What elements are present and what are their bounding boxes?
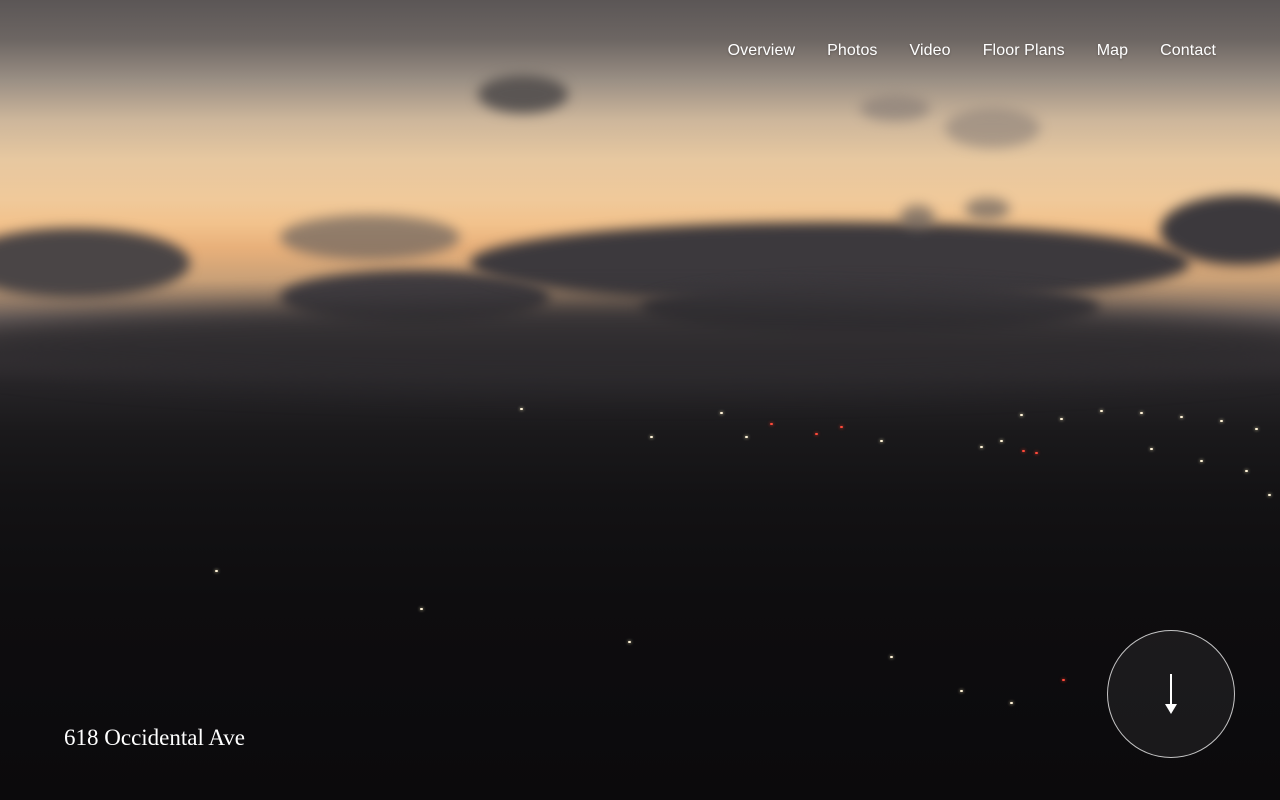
city-light xyxy=(1020,414,1023,416)
city-light xyxy=(890,656,893,658)
city-light xyxy=(1100,410,1103,412)
city-light xyxy=(840,426,843,428)
city-light xyxy=(1255,428,1258,430)
city-light xyxy=(1150,448,1153,450)
city-light xyxy=(770,423,773,425)
nav-item-video[interactable]: Video xyxy=(910,40,951,62)
cloud xyxy=(900,205,935,230)
city-light xyxy=(1220,420,1223,422)
city-light xyxy=(815,433,818,435)
city-light xyxy=(980,446,983,448)
nav-item-photos[interactable]: Photos xyxy=(827,40,877,62)
nav-item-overview[interactable]: Overview xyxy=(728,40,795,62)
city-light xyxy=(960,690,963,692)
city-light xyxy=(1000,440,1003,442)
city-light xyxy=(1062,679,1065,681)
city-light xyxy=(1180,416,1183,418)
city-light xyxy=(880,440,883,442)
city-light xyxy=(745,436,748,438)
cloud xyxy=(860,95,930,121)
haze xyxy=(0,300,1280,390)
cloud xyxy=(280,215,460,260)
nav-item-floor-plans[interactable]: Floor Plans xyxy=(983,40,1065,62)
city-light xyxy=(1010,702,1013,704)
city-light xyxy=(1060,418,1063,420)
cloud xyxy=(478,75,568,113)
city-light xyxy=(650,436,653,438)
main-nav: Overview Photos Video Floor Plans Map Co… xyxy=(728,40,1216,62)
city-light xyxy=(1268,494,1271,496)
city-light xyxy=(1035,452,1038,454)
property-address: 618 Occidental Ave xyxy=(64,725,245,750)
city-light xyxy=(1200,460,1203,462)
nav-item-contact[interactable]: Contact xyxy=(1160,40,1216,62)
arrow-down-icon xyxy=(1165,674,1177,714)
hero-background xyxy=(0,0,1280,800)
sunset-sky xyxy=(0,0,1280,800)
city-light xyxy=(628,641,631,643)
city-light xyxy=(720,412,723,414)
city-light xyxy=(520,408,523,410)
city-light xyxy=(1245,470,1248,472)
city-light xyxy=(1140,412,1143,414)
city-light xyxy=(215,570,218,572)
city-light xyxy=(1022,450,1025,452)
cloud xyxy=(965,198,1010,220)
nav-item-map[interactable]: Map xyxy=(1097,40,1128,62)
city-light xyxy=(420,608,423,610)
cloud xyxy=(945,108,1040,148)
scroll-down-button[interactable] xyxy=(1107,630,1235,758)
